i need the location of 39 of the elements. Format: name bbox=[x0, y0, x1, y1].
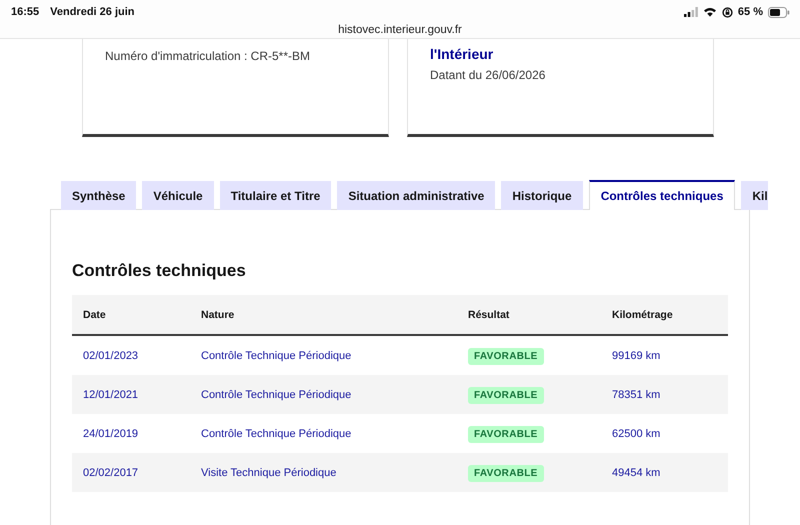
tab[interactable]: Kil bbox=[741, 181, 768, 210]
address-bar-url[interactable]: histovec.interieur.gouv.fr bbox=[0, 24, 800, 36]
card-text: Datant du 26/06/2026 bbox=[430, 68, 546, 82]
card-title: l'Intérieur bbox=[430, 46, 494, 62]
battery-icon bbox=[768, 6, 790, 18]
tab[interactable]: Situation administrative bbox=[337, 181, 496, 210]
lock-rotation-icon bbox=[722, 6, 733, 18]
column-header: Nature bbox=[190, 295, 457, 335]
nature-link[interactable]: Visite Technique Périodique bbox=[201, 466, 336, 478]
date-link[interactable]: 02/01/2023 bbox=[83, 350, 138, 362]
mileage-link[interactable]: 99169 km bbox=[612, 350, 660, 362]
mileage-link[interactable]: 49454 km bbox=[612, 466, 660, 478]
result-badge: FAVORABLE bbox=[468, 426, 544, 442]
wifi-icon bbox=[702, 7, 717, 17]
mileage-link[interactable]: 78351 km bbox=[612, 388, 660, 400]
nature-link[interactable]: Contrôle Technique Périodique bbox=[201, 388, 352, 400]
result-badge: FAVORABLE bbox=[468, 386, 544, 404]
nature-link[interactable]: Contrôle Technique Périodique bbox=[201, 428, 352, 440]
tab[interactable]: Historique bbox=[501, 181, 583, 210]
date-link[interactable]: 12/01/2021 bbox=[83, 388, 138, 400]
nature-link[interactable]: Contrôle Technique Périodique bbox=[201, 350, 352, 362]
card-text: Numéro d'immatriculation : CR-5**-BM bbox=[105, 49, 312, 63]
column-header: Date bbox=[72, 295, 190, 335]
tab[interactable]: Contrôles techniques bbox=[588, 180, 736, 210]
tab[interactable]: Synthèse bbox=[61, 181, 136, 210]
tab[interactable]: Titulaire et Titre bbox=[220, 181, 332, 210]
column-header: Kilométrage bbox=[601, 295, 728, 335]
tab[interactable]: Véhicule bbox=[142, 181, 214, 210]
mileage-link[interactable]: 62500 km bbox=[612, 428, 660, 440]
section-title: Contrôles techniques bbox=[72, 261, 247, 281]
date-link[interactable]: 24/01/2019 bbox=[83, 428, 138, 440]
battery-percentage: 65 % bbox=[738, 6, 763, 18]
status-date: Vendredi 26 juin bbox=[50, 6, 134, 18]
result-badge: FAVORABLE bbox=[468, 348, 544, 364]
date-link[interactable]: 02/02/2017 bbox=[83, 466, 138, 478]
status-time: 16:55 bbox=[11, 6, 40, 18]
signal-icon bbox=[684, 7, 698, 17]
result-badge: FAVORABLE bbox=[468, 464, 544, 482]
column-header: Résultat bbox=[457, 295, 601, 335]
